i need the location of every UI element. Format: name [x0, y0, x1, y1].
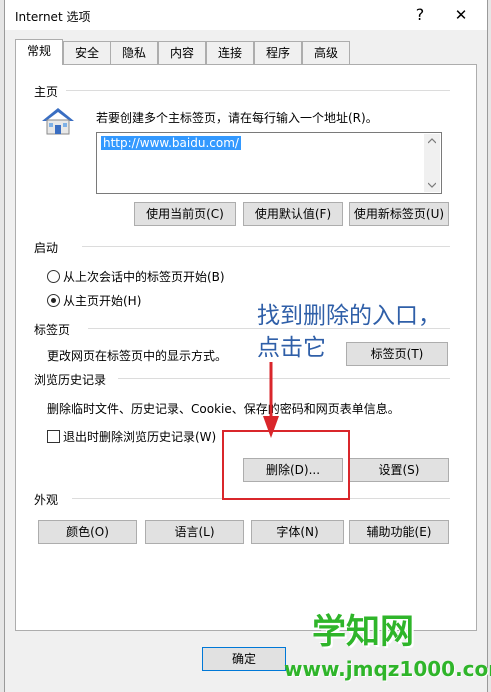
- startup-section-title: 启动: [34, 241, 59, 255]
- homepage-section-title: 主页: [34, 85, 59, 99]
- startup-last-session-label: 从上次会话中的标签页开始(B): [63, 270, 225, 284]
- highlight-box: [222, 430, 350, 500]
- history-section-title: 浏览历史记录: [34, 373, 107, 387]
- startup-divider: [82, 246, 450, 247]
- annotation-text: 找到删除的入口， 点击它: [257, 300, 441, 364]
- tab-connections[interactable]: 连接: [206, 41, 254, 64]
- tab-content[interactable]: 内容: [158, 41, 206, 64]
- delete-on-exit-label: 退出时删除浏览历史记录(W): [63, 430, 217, 444]
- annotation-line-1: 找到删除的入口，: [257, 303, 441, 329]
- tab-programs[interactable]: 程序: [254, 41, 302, 64]
- scroll-up-icon[interactable]: [428, 138, 436, 144]
- use-current-button[interactable]: 使用当前页(C): [134, 202, 236, 226]
- annotation-arrow-icon: [263, 362, 279, 438]
- tab-advanced[interactable]: 高级: [302, 41, 350, 64]
- use-default-button[interactable]: 使用默认值(F): [243, 202, 343, 226]
- url-scrollbar[interactable]: [424, 134, 440, 192]
- homepage-divider: [66, 90, 450, 91]
- languages-button[interactable]: 语言(L): [145, 520, 244, 544]
- window-title: Internet 选项: [15, 10, 91, 24]
- appearance-section-title: 外观: [34, 493, 59, 507]
- startup-homepage-radio[interactable]: [47, 294, 60, 307]
- watermark-url: www.jmqz1000.com: [284, 657, 491, 681]
- title-bar: Internet 选项 ? ✕: [5, 0, 487, 30]
- homepage-url-input[interactable]: http://www.baidu.com/: [96, 132, 442, 194]
- annotation-line-2: 点击它: [257, 335, 326, 361]
- radio-selected-dot: [51, 298, 56, 303]
- tabs-description: 更改网页在标签页中的显示方式。: [47, 349, 228, 363]
- tab-security[interactable]: 安全: [63, 41, 111, 64]
- startup-last-session-radio[interactable]: [47, 270, 60, 283]
- fonts-button[interactable]: 字体(N): [251, 520, 344, 544]
- tab-privacy[interactable]: 隐私: [110, 41, 158, 64]
- accessibility-button[interactable]: 辅助功能(E): [349, 520, 449, 544]
- ok-button[interactable]: 确定: [202, 647, 286, 671]
- startup-homepage-label: 从主页开始(H): [63, 294, 142, 308]
- homepage-url-text: http://www.baidu.com/: [101, 136, 241, 150]
- delete-on-exit-checkbox[interactable]: [47, 430, 60, 443]
- close-icon[interactable]: ✕: [451, 5, 471, 25]
- colors-button[interactable]: 颜色(O): [38, 520, 137, 544]
- help-icon[interactable]: ?: [410, 5, 430, 25]
- home-icon: [42, 108, 74, 135]
- homepage-hint: 若要创建多个主标签页，请在每行输入一个地址(R)。: [96, 111, 378, 125]
- history-description: 删除临时文件、历史记录、Cookie、保存的密码和网页表单信息。: [47, 402, 400, 416]
- scroll-down-icon[interactable]: [428, 182, 436, 188]
- history-settings-button[interactable]: 设置(S): [349, 458, 449, 482]
- use-new-tab-button[interactable]: 使用新标签页(U): [349, 202, 449, 226]
- watermark-logo: 学知网: [312, 612, 414, 652]
- tab-general[interactable]: 常规: [15, 39, 63, 65]
- history-divider: [118, 378, 450, 379]
- tabs-section-title: 标签页: [34, 323, 71, 337]
